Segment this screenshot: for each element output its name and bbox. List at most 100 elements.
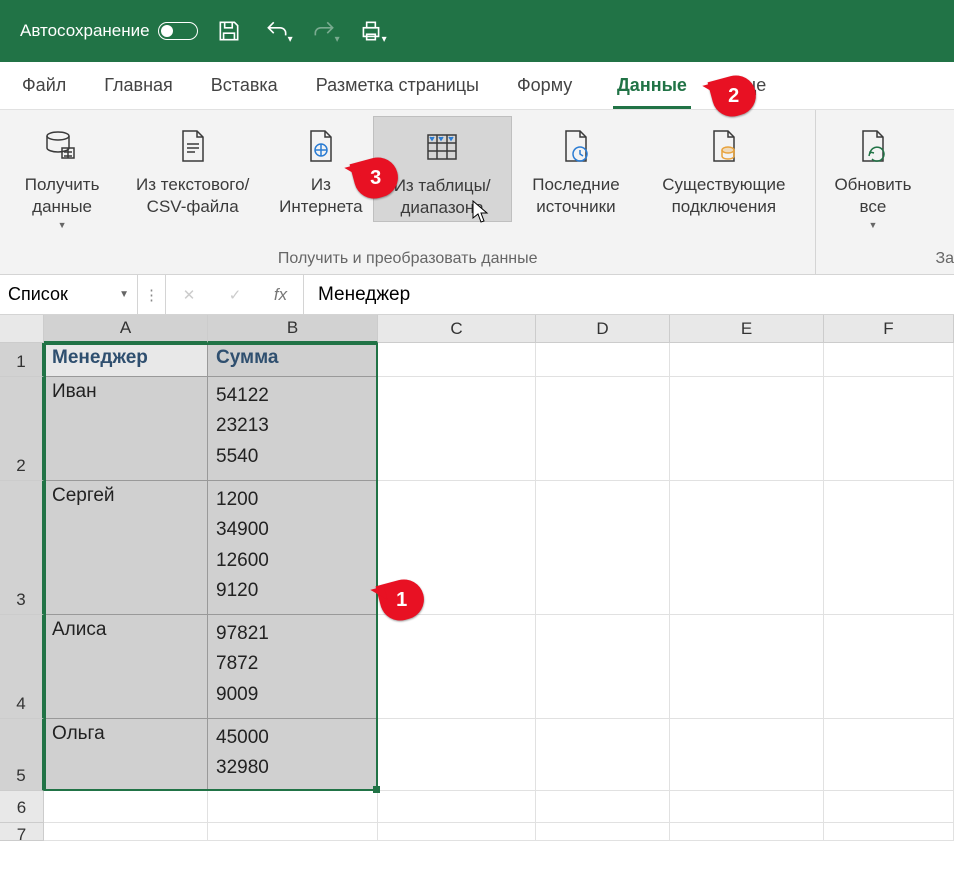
tab-home[interactable]: Главная bbox=[100, 65, 177, 109]
cell-A2[interactable]: Иван bbox=[44, 377, 208, 481]
cell-B7[interactable] bbox=[208, 823, 378, 841]
ribbon-group-queries: Обновить все ▼ bbox=[816, 110, 929, 274]
cell-E5[interactable] bbox=[670, 719, 824, 791]
cell-A1[interactable]: Менеджер bbox=[44, 343, 208, 377]
refresh-all-label: Обновить все bbox=[834, 174, 911, 218]
existing-connections-button[interactable]: Существующие подключения bbox=[640, 116, 807, 220]
cell-F1[interactable] bbox=[824, 343, 954, 377]
select-all-corner[interactable] bbox=[0, 315, 44, 343]
cell-E3[interactable] bbox=[670, 481, 824, 615]
tab-page-layout[interactable]: Разметка страницы bbox=[312, 65, 483, 109]
tab-file[interactable]: Файл bbox=[18, 65, 70, 109]
cell-A4[interactable]: Алиса bbox=[44, 615, 208, 719]
row-header-4[interactable]: 4 bbox=[0, 615, 44, 719]
row-header-3[interactable]: 3 bbox=[0, 481, 44, 615]
refresh-all-button[interactable]: Обновить все ▼ bbox=[824, 116, 921, 234]
cell-C1[interactable] bbox=[378, 343, 536, 377]
cell-C7[interactable] bbox=[378, 823, 536, 841]
cell-D6[interactable] bbox=[536, 791, 670, 823]
cell-A5[interactable]: Ольга bbox=[44, 719, 208, 791]
enter-formula-icon: ✓ bbox=[212, 275, 258, 314]
autosave-label: Автосохранение bbox=[20, 21, 150, 41]
col-header-D[interactable]: D bbox=[536, 315, 670, 343]
cell-F5[interactable] bbox=[824, 719, 954, 791]
ribbon-group-get-transform: Получить данные ▼ Из текстового/ CSV-фай… bbox=[0, 110, 816, 274]
col-header-A[interactable]: A bbox=[44, 315, 208, 343]
cell-B3[interactable]: 1200 34900 12600 9120 bbox=[208, 481, 378, 615]
cell-F4[interactable] bbox=[824, 615, 954, 719]
title-bar: Автосохранение ▾ ▾ ▾ bbox=[0, 0, 954, 62]
cell-C6[interactable] bbox=[378, 791, 536, 823]
tab-formulas[interactable]: Форму bbox=[513, 65, 583, 109]
cell-D4[interactable] bbox=[536, 615, 670, 719]
cell-B4[interactable]: 97821 7872 9009 bbox=[208, 615, 378, 719]
formula-value: Менеджер bbox=[318, 284, 410, 306]
ribbon-tabs: Файл Главная Вставка Разметка страницы Ф… bbox=[0, 62, 954, 110]
ribbon-overflow-label: За bbox=[929, 110, 954, 274]
chevron-down-icon: ▼ bbox=[868, 220, 877, 232]
formula-bar-separator: ⋮ bbox=[138, 275, 166, 314]
fx-button[interactable]: fx bbox=[258, 275, 304, 314]
cell-B1[interactable]: Сумма bbox=[208, 343, 378, 377]
from-text-csv-button[interactable]: Из текстового/ CSV-файла bbox=[116, 116, 269, 220]
refresh-icon bbox=[849, 122, 897, 170]
cell-E6[interactable] bbox=[670, 791, 824, 823]
row-header-2[interactable]: 2 bbox=[0, 377, 44, 481]
cell-D1[interactable] bbox=[536, 343, 670, 377]
name-box[interactable]: Список ▼ bbox=[0, 275, 138, 314]
get-data-label: Получить данные bbox=[18, 174, 106, 218]
formula-bar: Список ▼ ⋮ ✕ ✓ fx Менеджер bbox=[0, 275, 954, 315]
ribbon: Получить данные ▼ Из текстового/ CSV-фай… bbox=[0, 110, 954, 275]
cell-B2[interactable]: 54122 23213 5540 bbox=[208, 377, 378, 481]
recent-file-icon bbox=[552, 122, 600, 170]
col-header-C[interactable]: C bbox=[378, 315, 536, 343]
row-header-6[interactable]: 6 bbox=[0, 791, 44, 823]
cell-E7[interactable] bbox=[670, 823, 824, 841]
from-text-csv-label: Из текстового/ CSV-файла bbox=[126, 174, 259, 218]
cell-D5[interactable] bbox=[536, 719, 670, 791]
name-box-dropdown-icon[interactable]: ▼ bbox=[119, 289, 129, 300]
tab-insert[interactable]: Вставка bbox=[207, 65, 282, 109]
redo-dropdown-icon: ▾ bbox=[335, 18, 340, 45]
cell-A3[interactable]: Сергей bbox=[44, 481, 208, 615]
undo-dropdown-icon[interactable]: ▾ bbox=[288, 18, 293, 45]
cell-B5[interactable]: 45000 32980 bbox=[208, 719, 378, 791]
formula-input[interactable]: Менеджер bbox=[304, 275, 954, 314]
table-icon bbox=[418, 123, 466, 171]
existing-connections-label: Существующие подключения bbox=[650, 174, 797, 218]
cell-C5[interactable] bbox=[378, 719, 536, 791]
row-header-5[interactable]: 5 bbox=[0, 719, 44, 791]
col-header-B[interactable]: B bbox=[208, 315, 378, 343]
web-file-icon bbox=[297, 122, 345, 170]
save-icon[interactable] bbox=[212, 14, 246, 48]
cell-F6[interactable] bbox=[824, 791, 954, 823]
cell-F7[interactable] bbox=[824, 823, 954, 841]
cell-B6[interactable] bbox=[208, 791, 378, 823]
cell-E1[interactable] bbox=[670, 343, 824, 377]
autosave-toggle[interactable]: Автосохранение bbox=[20, 21, 198, 41]
row-header-7[interactable]: 7 bbox=[0, 823, 44, 841]
cell-D3[interactable] bbox=[536, 481, 670, 615]
worksheet[interactable]: A B C D E F 1 Менеджер Сумма 2 Иван 5412… bbox=[0, 315, 954, 841]
row-header-1[interactable]: 1 bbox=[0, 343, 44, 377]
get-data-button[interactable]: Получить данные ▼ bbox=[8, 116, 116, 234]
cell-C4[interactable] bbox=[378, 615, 536, 719]
cell-F3[interactable] bbox=[824, 481, 954, 615]
cell-A6[interactable] bbox=[44, 791, 208, 823]
cell-E2[interactable] bbox=[670, 377, 824, 481]
chevron-down-icon: ▼ bbox=[58, 220, 67, 232]
cell-E4[interactable] bbox=[670, 615, 824, 719]
cell-D7[interactable] bbox=[536, 823, 670, 841]
toggle-switch-off[interactable] bbox=[158, 22, 198, 40]
col-header-E[interactable]: E bbox=[670, 315, 824, 343]
cell-F2[interactable] bbox=[824, 377, 954, 481]
text-file-icon bbox=[169, 122, 217, 170]
col-header-F[interactable]: F bbox=[824, 315, 954, 343]
cell-A7[interactable] bbox=[44, 823, 208, 841]
cell-D2[interactable] bbox=[536, 377, 670, 481]
qat-customize-icon[interactable]: ▾ bbox=[382, 18, 387, 45]
cell-C2[interactable] bbox=[378, 377, 536, 481]
recent-sources-button[interactable]: Последние источники bbox=[512, 116, 641, 220]
column-headers: A B C D E F bbox=[0, 315, 954, 343]
tab-data[interactable]: Данные bbox=[613, 65, 691, 109]
